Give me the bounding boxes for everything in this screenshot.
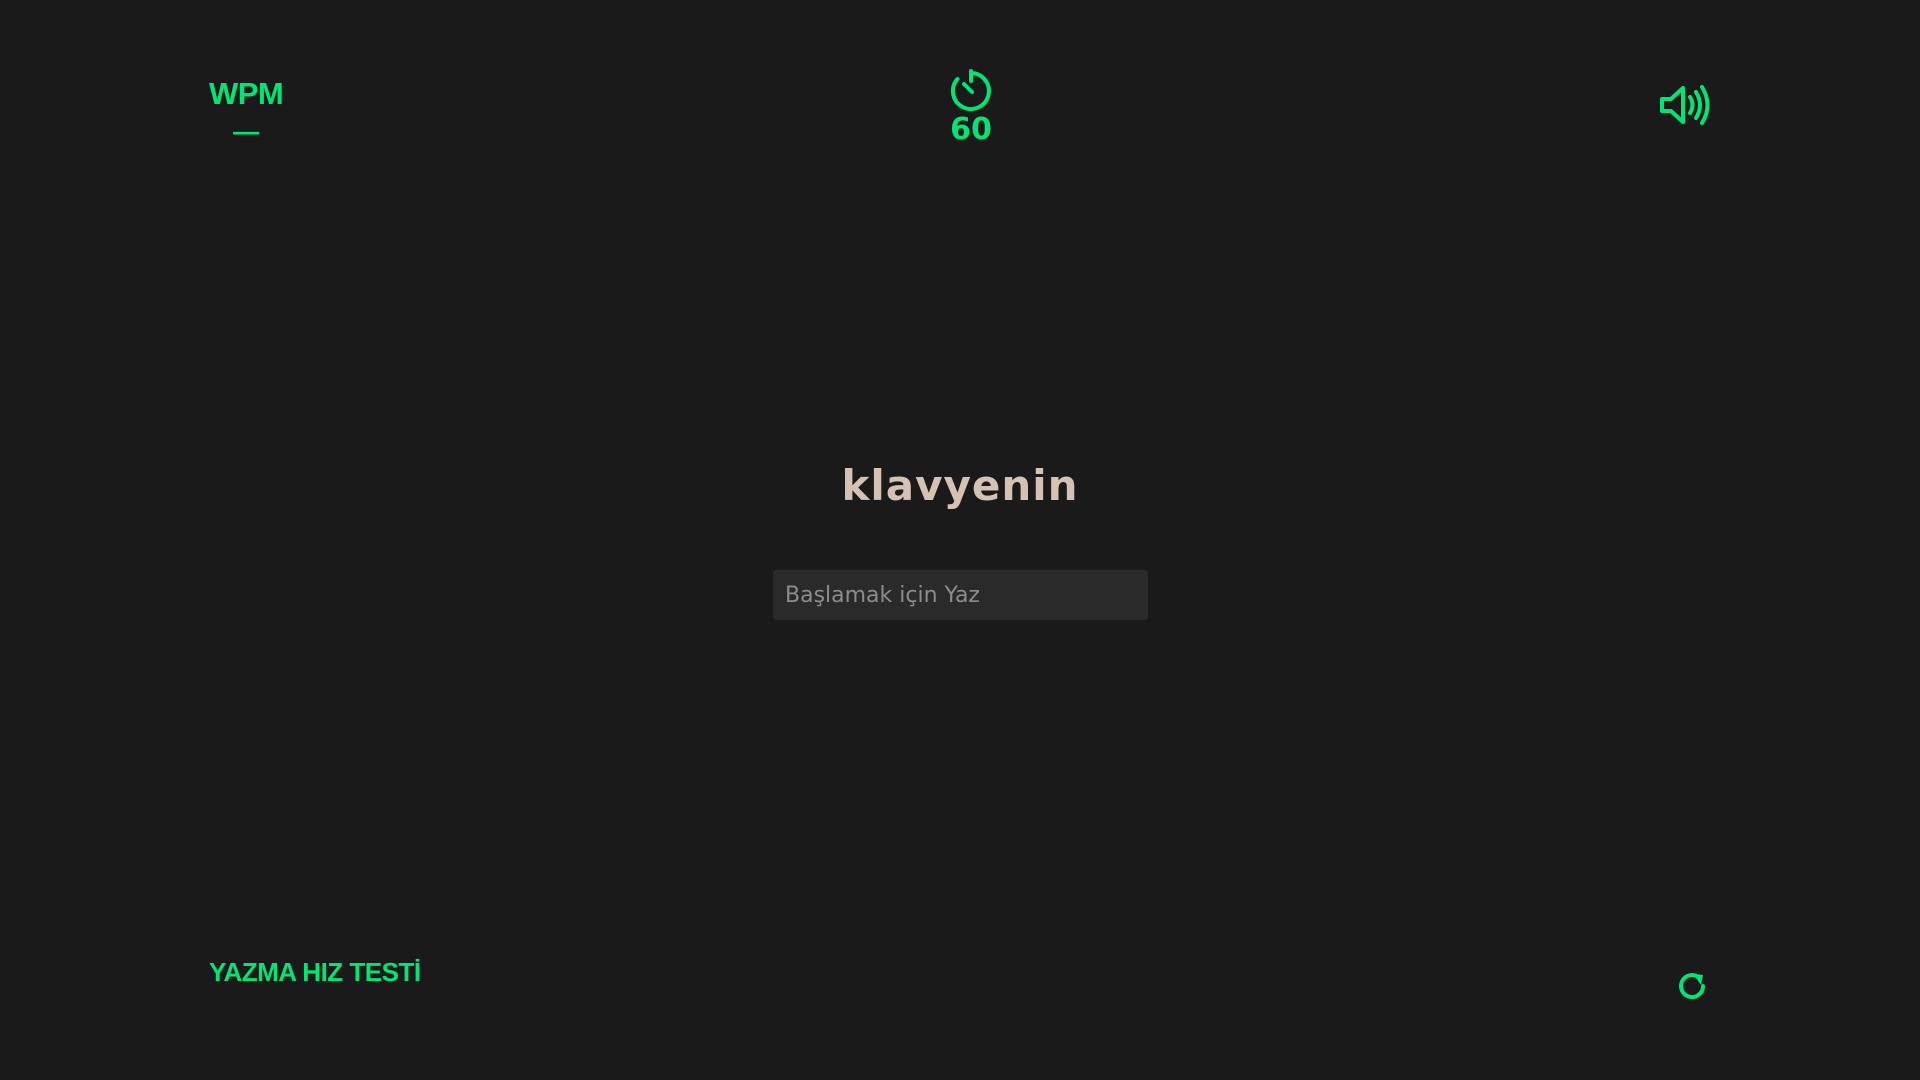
wpm-value: —	[233, 116, 259, 146]
stopwatch-icon	[948, 68, 994, 114]
timer: 60	[931, 68, 1011, 146]
wpm-label: WPM	[209, 76, 284, 111]
app-title: YAZMA HIZ TESTİ	[209, 957, 421, 987]
current-word: klavyenin	[841, 461, 1079, 510]
restart-icon	[1674, 968, 1710, 1004]
sound-toggle-button[interactable]	[1658, 82, 1712, 128]
wpm-stat: WPM —	[209, 76, 284, 146]
restart-button[interactable]	[1674, 968, 1710, 1004]
typing-input[interactable]	[773, 570, 1148, 620]
volume-icon	[1658, 82, 1712, 128]
timer-value: 60	[950, 112, 992, 147]
